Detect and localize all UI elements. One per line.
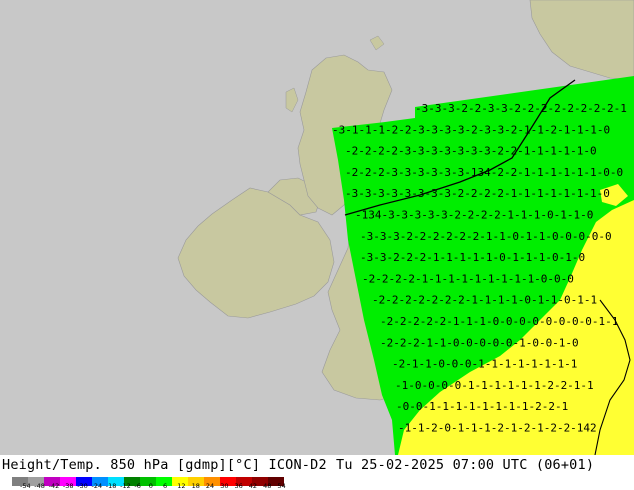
grid-value-row: -3-3-3-2-2-3-3-2-2-2-2-2-2-2-2-1 [415,102,627,115]
grid-value-row: -2-2-2-2-1-1-1-1-1-1-1-1-1-0-0-0 [362,272,574,285]
grid-value-row: -3-1-1-1-2-2-3-3-3-3-2-3-3-2-1-1-2-1-1-1… [332,123,610,136]
color-scale-label: -12 [120,482,131,490]
color-scale-label: -54 [20,482,31,490]
grid-value-row: -2-2-2-2-2-1-1-1-0-0-0-0-0-0-0-0-1-1 [380,315,618,328]
color-scale-label: -42 [48,482,60,490]
color-scale-label: 0 [148,482,153,490]
map-canvas: -3-3-3-2-2-3-3-2-2-2-2-2-2-2-2-1 -3-1-1-1… [0,0,634,455]
map-title: Height/Temp. 850 hPa [gdmp][°C] ICON-D2 [2,457,327,473]
grid-value-row: -2-2-2-2-3-3-3-3-3-3-3-2-2-1-1-1-1-1-0 [345,145,597,158]
map-datetime: Tu 25-02-2025 07:00 UTC (06+01) [336,457,595,473]
grid-value-row: -2-2-2-1-1-0-0-0-0-0-1-0-0-1-0 [380,336,579,349]
color-scale-label: -38 [62,482,74,490]
grid-value-row: -2-1-1-0-0-0-1-1-1-1-1-1-1-1 [392,358,577,371]
weather-map: -3-3-3-2-2-3-3-2-2-2-2-2-2-2-2-1 -3-1-1-1… [0,0,634,455]
color-scale-label: 6 [163,482,168,490]
color-scale-label: 36 [234,482,243,490]
color-scale-label: 54 [277,482,286,490]
color-scale-label: 42 [248,482,258,490]
grid-value-row: -134-3-3-3-3-3-2-2-2-2-1-1-1-0-1-1-0 [355,209,593,222]
grid-value-row: -2-2-2-2-2-2-2-1-1-1-1-0-1-1-0-1-1 [372,294,597,307]
color-scale-label: -30 [77,482,88,490]
grid-value-row: -3-3-3-2-2-2-2-2-2-1-1-0-1-1-0-0-0-0-0 [360,230,612,243]
grid-value-row: -3-3-3-3-3-3-3-3-2-2-2-2-1-1-1-1-1-1-1-0 [345,187,610,200]
color-scale-label: -18 [105,482,117,490]
color-scale-label: 30 [220,482,229,490]
color-scale-label: 48 [263,482,272,490]
color-scale-label: -24 [91,482,103,490]
color-scale-label: 24 [205,482,215,490]
grid-value-row: -0-0-1-1-1-1-1-1-1-1-2-2-1 [396,400,568,413]
color-scale-label: -6 [134,482,141,490]
grid-value-row: -2-2-2-3-3-3-3-3-3-134-2-2-1-1-1-1-1-1-0… [345,166,623,179]
color-scale-label: -48 [34,482,45,490]
grid-value-row: -3-3-2-2-2-1-1-1-1-1-0-1-1-1-0-1-0 [360,251,585,264]
grid-value-row: -1-0-0-0-0-1-1-1-1-1-1-2-2-1-1 [395,379,594,392]
color-scale-label: 18 [191,482,200,490]
color-scale-label: 12 [177,482,186,490]
grid-value-row: -1-1-2-0-1-1-1-2-1-2-1-2-2-142 [398,422,597,435]
